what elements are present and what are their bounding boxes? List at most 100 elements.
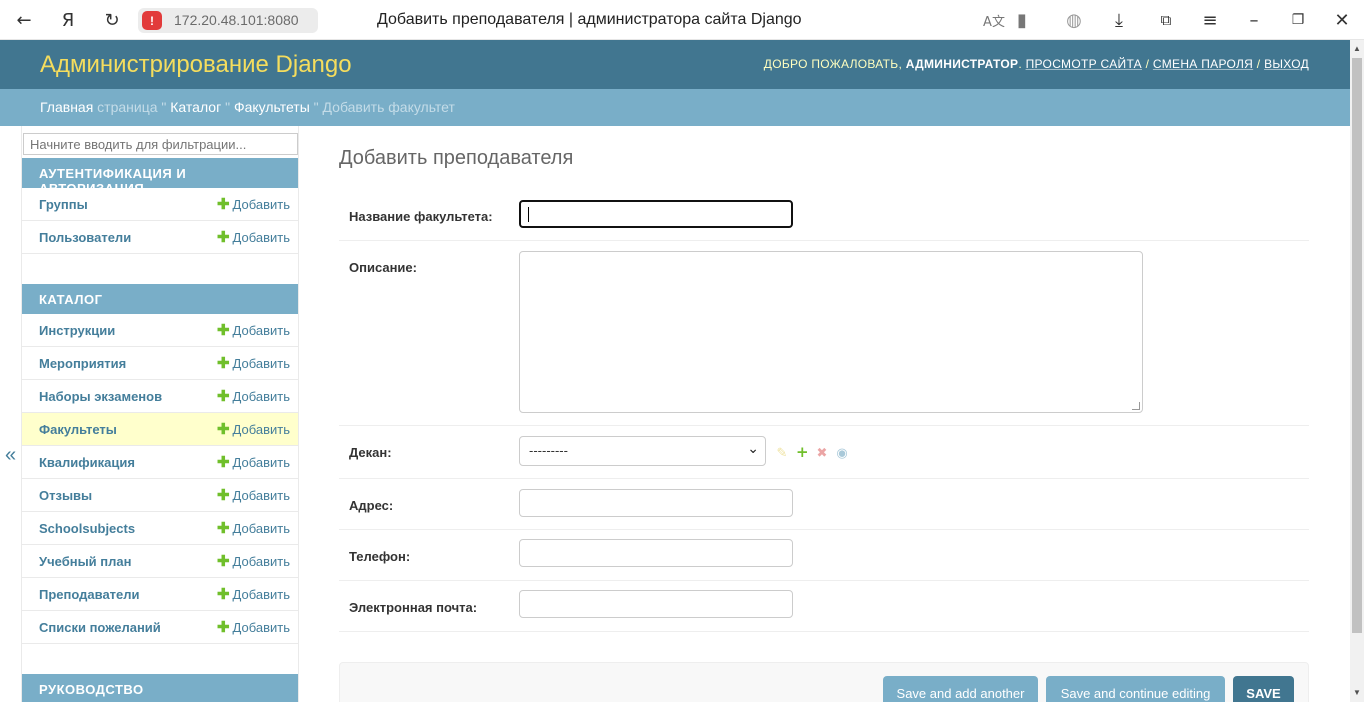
close-icon[interactable]: ✕	[1330, 8, 1354, 32]
sidebar-item-label[interactable]: Отзывы	[39, 488, 92, 503]
add-link[interactable]: ✚ Добавить	[217, 521, 290, 536]
add-link[interactable]: ✚ Добавить	[217, 389, 290, 404]
site-branding[interactable]: Администрирование Django	[40, 51, 352, 79]
add-link[interactable]: ✚ Добавить	[217, 356, 290, 371]
sidebar-item-label[interactable]: Schoolsubjects	[39, 521, 135, 536]
view-related-icon[interactable]: ◉	[836, 446, 848, 461]
sidebar-item-label[interactable]: Списки пожеланий	[39, 620, 161, 635]
nav-filter-input[interactable]	[23, 133, 298, 155]
sidebar-item-label[interactable]: Факультеты	[39, 422, 117, 437]
sidebar-item[interactable]: Преподаватели ✚ Добавить	[22, 578, 298, 611]
address-input[interactable]	[519, 489, 793, 517]
add-link[interactable]: ✚ Добавить	[217, 587, 290, 602]
download-icon[interactable]: ⤓	[1107, 8, 1131, 32]
sidebar-item[interactable]: Мероприятия ✚ Добавить	[22, 347, 298, 380]
globe-icon[interactable]: ◍	[1062, 8, 1086, 32]
menu-icon[interactable]: ≡	[1198, 8, 1222, 32]
username: АДМИНИСТРАТОР	[905, 57, 1019, 71]
delete-related-icon[interactable]: ✖	[816, 446, 828, 461]
sidebar-item[interactable]: Schoolsubjects ✚ Добавить	[22, 512, 298, 545]
add-link-label[interactable]: Добавить	[233, 554, 290, 569]
breadcrumb-home-tail[interactable]: страница	[93, 99, 157, 115]
back-icon[interactable]: ←	[12, 8, 36, 32]
collapse-sidebar-icon[interactable]: «	[5, 444, 16, 467]
add-link[interactable]: ✚ Добавить	[217, 455, 290, 470]
add-link[interactable]: ✚ Добавить	[217, 554, 290, 569]
add-link-label[interactable]: Добавить	[233, 521, 290, 536]
module-caption-guide[interactable]: Руководство	[22, 674, 298, 702]
add-related-icon[interactable]: +	[796, 445, 809, 461]
translate-icon[interactable]: A文	[982, 8, 1006, 32]
change-password-link[interactable]: СМЕНА ПАРОЛЯ	[1153, 57, 1253, 71]
plus-icon: ✚	[216, 388, 230, 405]
add-link-label[interactable]: Добавить	[233, 455, 290, 470]
sidebar-item[interactable]: Отзывы ✚ Добавить	[22, 479, 298, 512]
restore-icon[interactable]: ❐	[1286, 8, 1310, 32]
sidebar-item-label[interactable]: Наборы экзаменов	[39, 389, 162, 404]
toggle-nav-sidebar[interactable]: «	[0, 126, 22, 702]
sidebar-item[interactable]: Факультеты ✚ Добавить	[22, 413, 298, 446]
save-button[interactable]: SAVE	[1233, 676, 1294, 702]
minimize-icon[interactable]: –	[1242, 8, 1266, 32]
save-continue-button[interactable]: Save and continue editing	[1046, 676, 1225, 702]
add-link-label[interactable]: Добавить	[233, 389, 290, 404]
yandex-icon[interactable]: Я	[56, 8, 80, 32]
bookmark-icon[interactable]: ▮	[1010, 8, 1034, 32]
sidebar-item-label[interactable]: Преподаватели	[39, 587, 140, 602]
add-link[interactable]: ✚ Добавить	[217, 230, 290, 245]
warning-icon[interactable]: !	[142, 11, 162, 30]
breadcrumb-catalog[interactable]: Каталог	[170, 99, 221, 115]
sidebar-item-label[interactable]: Учебный план	[39, 554, 131, 569]
sidebar-item-label[interactable]: Группы	[39, 197, 88, 212]
address-bar[interactable]: ! 172.20.48.101:8080	[138, 8, 318, 33]
add-link[interactable]: ✚ Добавить	[217, 323, 290, 338]
sidebar-item[interactable]: Учебный план ✚ Добавить	[22, 545, 298, 578]
add-link[interactable]: ✚ Добавить	[217, 488, 290, 503]
scroll-down-icon[interactable]: ▼	[1353, 688, 1361, 697]
description-textarea[interactable]	[519, 251, 1143, 413]
add-link[interactable]: ✚ Добавить	[217, 422, 290, 437]
scrollbar-thumb[interactable]	[1352, 58, 1362, 633]
page-scrollbar[interactable]: ▲ ▼	[1350, 40, 1364, 702]
collections-icon[interactable]: ⧉	[1154, 8, 1178, 32]
form-row-address: Адрес:	[339, 479, 1309, 530]
add-link[interactable]: ✚ Добавить	[217, 620, 290, 635]
add-link-label[interactable]: Добавить	[233, 230, 290, 245]
module-caption-catalog[interactable]: Каталог	[22, 284, 298, 314]
breadcrumb: Главная страница " Каталог " Факультеты …	[0, 89, 1350, 126]
email-input[interactable]	[519, 590, 793, 618]
view-site-link[interactable]: ПРОСМОТР САЙТА	[1026, 57, 1142, 71]
sidebar-item-label[interactable]: Пользователи	[39, 230, 131, 245]
add-link-label[interactable]: Добавить	[233, 197, 290, 212]
sidebar-item-label[interactable]: Квалификация	[39, 455, 135, 470]
save-add-another-button[interactable]: Save and add another	[883, 676, 1038, 702]
sidebar-item[interactable]: Квалификация ✚ Добавить	[22, 446, 298, 479]
add-link-label[interactable]: Добавить	[233, 323, 290, 338]
logout-link[interactable]: ВЫХОД	[1264, 57, 1309, 71]
dean-select[interactable]: --------- ⌄	[519, 436, 766, 466]
sidebar-item[interactable]: Инструкции ✚ Добавить	[22, 314, 298, 347]
add-link-label[interactable]: Добавить	[233, 587, 290, 602]
sidebar-item[interactable]: Группы ✚ Добавить	[22, 188, 298, 221]
sidebar-item[interactable]: Наборы экзаменов ✚ Добавить	[22, 380, 298, 413]
resize-handle-icon[interactable]	[1132, 402, 1140, 410]
sidebar-item-label[interactable]: Мероприятия	[39, 356, 126, 371]
add-link-label[interactable]: Добавить	[233, 356, 290, 371]
phone-input[interactable]	[519, 539, 793, 567]
module-caption-auth[interactable]: Аутентификация и авторизация	[22, 158, 298, 196]
sidebar-item-label[interactable]: Инструкции	[39, 323, 115, 338]
reload-icon[interactable]: ↻	[100, 8, 124, 32]
pencil-icon[interactable]: ✎	[776, 446, 788, 461]
breadcrumb-faculties[interactable]: Факультеты	[234, 99, 310, 115]
add-link-label[interactable]: Добавить	[233, 488, 290, 503]
add-link-label[interactable]: Добавить	[233, 422, 290, 437]
scroll-up-icon[interactable]: ▲	[1353, 44, 1361, 53]
sidebar-item[interactable]: Пользователи ✚ Добавить	[22, 221, 298, 254]
add-link[interactable]: ✚ Добавить	[217, 197, 290, 212]
sidebar-item[interactable]: Списки пожеланий ✚ Добавить	[22, 611, 298, 644]
add-link-label[interactable]: Добавить	[233, 620, 290, 635]
faculty-name-input[interactable]	[519, 200, 793, 228]
breadcrumb-home[interactable]: Главная	[40, 99, 93, 115]
related-widget-icons: ✎ + ✖ ◉	[776, 445, 848, 462]
url-text[interactable]: 172.20.48.101:8080	[174, 12, 299, 28]
